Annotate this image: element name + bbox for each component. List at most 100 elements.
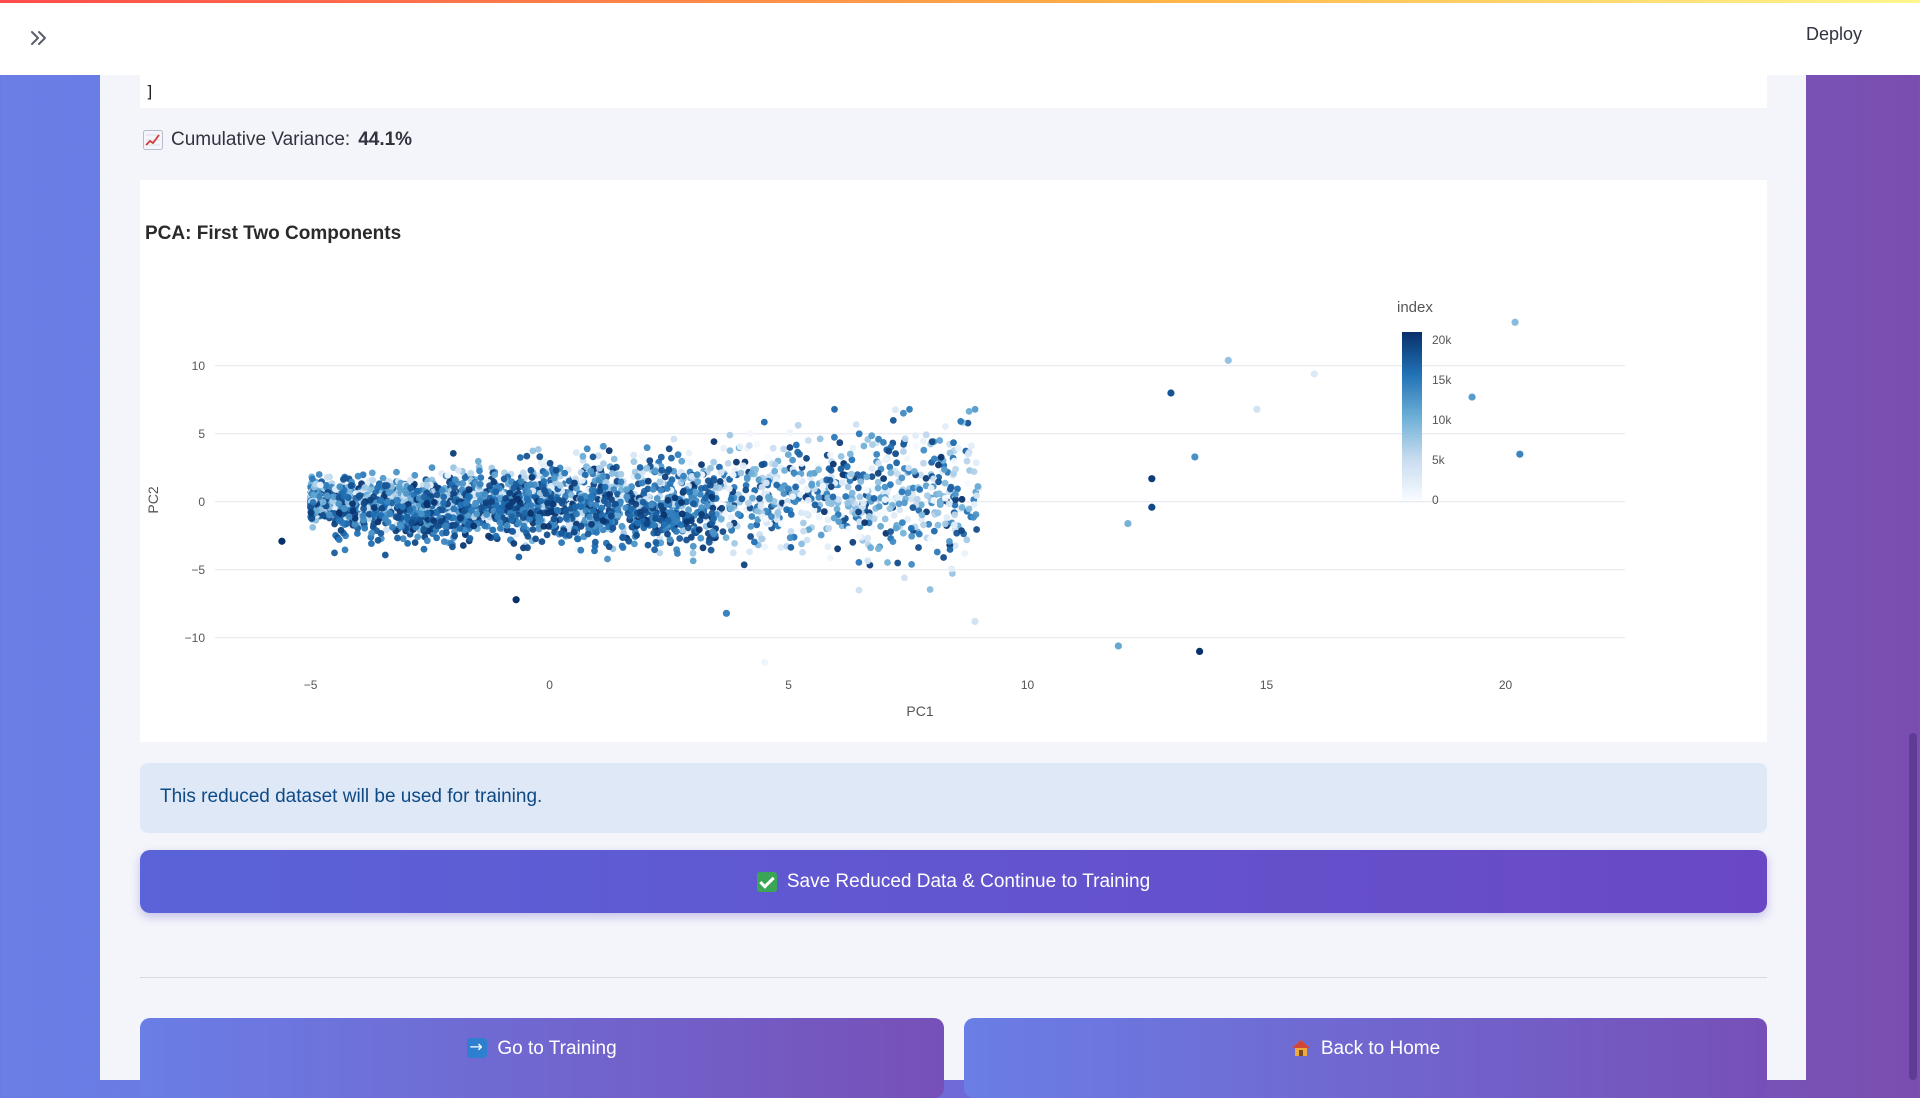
scatter-point [492, 488, 500, 496]
scatter-point [588, 486, 596, 494]
scatter-point [356, 492, 364, 500]
scatter-point [535, 513, 542, 521]
scatter-point [386, 510, 394, 518]
scatter-point [354, 530, 361, 537]
scatter-point [747, 430, 754, 437]
scatter-point [558, 529, 565, 537]
scatter-point [420, 525, 428, 533]
x-tick-label: 5 [785, 678, 792, 692]
scatter-point [831, 405, 838, 413]
scatter-point [527, 466, 535, 474]
scatter-point [697, 534, 705, 542]
scatter-point [444, 471, 452, 479]
scatter-point [954, 444, 962, 452]
scatter-point [964, 450, 972, 458]
scatter-point [930, 527, 938, 535]
back-to-home-button[interactable]: Back to Home [964, 1018, 1767, 1098]
scatter-point [915, 530, 923, 538]
scatter-point [571, 479, 578, 487]
scatter-point [445, 513, 452, 520]
scatter-point [510, 540, 518, 547]
scatter-point [631, 540, 638, 548]
scatter-point [440, 499, 447, 507]
scatter-point [899, 529, 907, 537]
scatter-point [323, 492, 331, 500]
scatter-point [898, 488, 906, 496]
scatter-point [476, 480, 484, 488]
scatter-point [360, 500, 368, 507]
scatter-point [650, 521, 658, 529]
expand-sidebar-button[interactable] [24, 24, 54, 52]
scatter-point [774, 509, 782, 516]
scatter-point [579, 452, 587, 460]
scatter-point [803, 510, 811, 518]
scatter-point [862, 486, 870, 494]
scatter-point [973, 492, 980, 499]
scatter-point [600, 442, 607, 450]
scatter-point [456, 525, 464, 532]
scatter-point [708, 493, 716, 501]
scatter-point [912, 432, 919, 439]
scatter-point [864, 534, 872, 542]
scatter-point [845, 525, 853, 533]
y-tick-label: −5 [191, 563, 205, 577]
pca-chart[interactable]: PCA: First Two Components 10 5 0 −5 −10 −5 0 5 1… [140, 180, 1767, 742]
scatter-point [866, 513, 873, 520]
scatter-point [789, 493, 797, 500]
scatter-point [941, 520, 949, 528]
scatter-point [665, 445, 673, 453]
scatter-point [591, 538, 599, 546]
scatter-point [827, 467, 835, 474]
scatter-plot[interactable]: 10 5 0 −5 −10 −5 0 5 10 15 20 PC1 PC2 index 20k 15k 10k 5… [140, 180, 1767, 742]
variance-value: 44.1% [358, 129, 413, 150]
scatter-point [916, 486, 924, 493]
scatter-point [527, 510, 535, 517]
scatter-point [958, 495, 966, 503]
scatter-point [757, 502, 765, 510]
scatter-point [803, 536, 811, 544]
scatter-point [524, 544, 531, 552]
scrollbar-thumb[interactable] [1909, 733, 1917, 1080]
x-tick-label: 20 [1499, 678, 1513, 692]
scatter-point [855, 586, 863, 594]
scatter-point [824, 543, 832, 551]
scatter-point [868, 465, 876, 472]
scatter-point [455, 467, 462, 474]
scatter-point [798, 509, 805, 517]
scatter-point [474, 457, 482, 465]
scatter-point [815, 513, 823, 521]
scatter-point [950, 457, 958, 465]
scatter-point [727, 495, 735, 503]
go-to-training-button[interactable]: Go to Training [140, 1018, 944, 1098]
scatter-point [591, 547, 598, 555]
scatter-point [451, 476, 459, 484]
scatter-point [588, 495, 595, 502]
scatter-point [940, 554, 947, 561]
scatter-point [758, 483, 766, 491]
scatter-point [826, 554, 834, 562]
scatter-point [778, 520, 785, 528]
scatter-point [784, 485, 792, 493]
scatter-point [722, 534, 730, 541]
scatter-point [815, 493, 823, 501]
scatter-point [739, 462, 747, 470]
scatter-point [442, 529, 450, 537]
scatter-point [461, 474, 469, 481]
scatter-point [636, 508, 644, 516]
scatter-point [413, 487, 421, 495]
save-reduced-data-button[interactable]: Save Reduced Data & Continue to Training [140, 850, 1767, 913]
scatter-point [577, 495, 584, 503]
scatter-point [674, 550, 681, 557]
scatter-point [952, 490, 959, 498]
scatter-point [644, 541, 652, 549]
scatter-point [542, 470, 550, 478]
scatter-point [1516, 450, 1524, 458]
scatter-point [472, 500, 479, 508]
scatter-point [927, 484, 935, 492]
scrollbar[interactable] [1906, 75, 1920, 1080]
scatter-point [710, 530, 718, 538]
scatter-point [798, 460, 806, 467]
scatter-point [326, 511, 333, 519]
scatter-point [950, 439, 957, 447]
deploy-button[interactable]: Deploy [1806, 24, 1862, 45]
